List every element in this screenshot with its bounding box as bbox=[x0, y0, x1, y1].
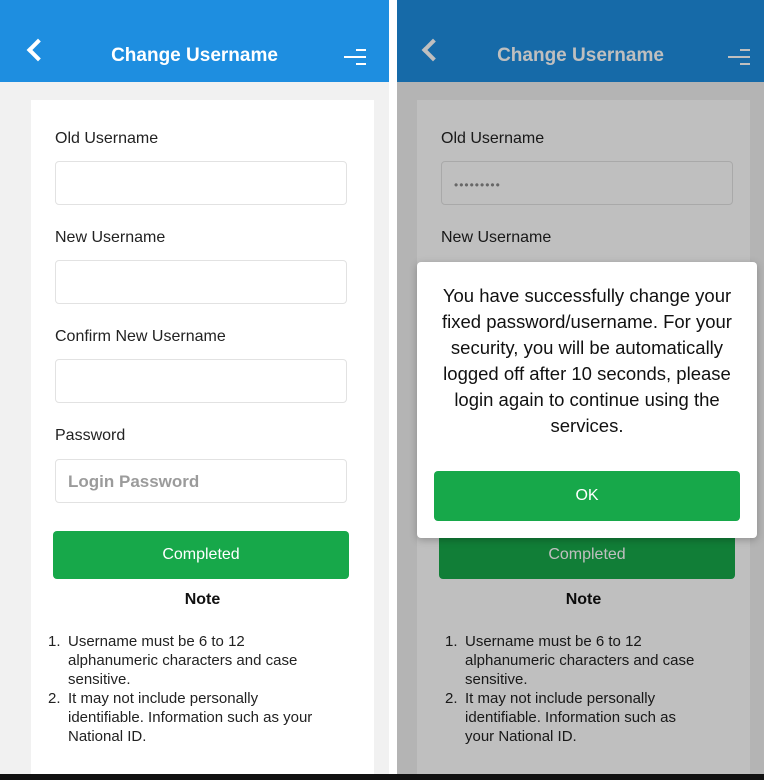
new-username-input[interactable] bbox=[55, 260, 347, 304]
completed-button[interactable]: Completed bbox=[53, 531, 349, 579]
menu-icon[interactable] bbox=[344, 46, 366, 68]
dialog-message: You have successfully change your fixed … bbox=[442, 285, 732, 436]
new-username-label: New Username bbox=[55, 229, 166, 246]
ok-button[interactable]: OK bbox=[434, 471, 740, 521]
password-label: Password bbox=[55, 427, 126, 444]
confirm-new-username-label: Confirm New Username bbox=[55, 328, 226, 345]
divider bbox=[389, 0, 397, 780]
old-username-label: Old Username bbox=[55, 130, 159, 147]
password-placeholder: Login Password bbox=[68, 472, 200, 491]
page-title: Change Username bbox=[111, 45, 278, 66]
success-dialog: You have successfully change your fixed … bbox=[417, 262, 757, 538]
note-title: Note bbox=[184, 591, 221, 608]
bottom-bar bbox=[0, 774, 764, 780]
list-item: 2. It may not include personally identifi… bbox=[48, 690, 313, 745]
note-list: 1. Username must be 6 to 12 alphanumeric … bbox=[0, 632, 343, 746]
old-username-input[interactable] bbox=[55, 161, 347, 205]
right-screen: Change Username Old Username ••••••••• N… bbox=[397, 0, 764, 780]
confirm-new-username-input[interactable] bbox=[55, 359, 347, 403]
form-card: Old Username New Username Confirm New Us… bbox=[31, 100, 374, 780]
left-screen: Change Username Old Username New Usernam… bbox=[0, 0, 389, 780]
list-item: 1. Username must be 6 to 12 alphanumeric … bbox=[48, 633, 298, 688]
password-input[interactable]: Login Password bbox=[55, 459, 347, 503]
app-header: Change Username bbox=[0, 0, 389, 82]
